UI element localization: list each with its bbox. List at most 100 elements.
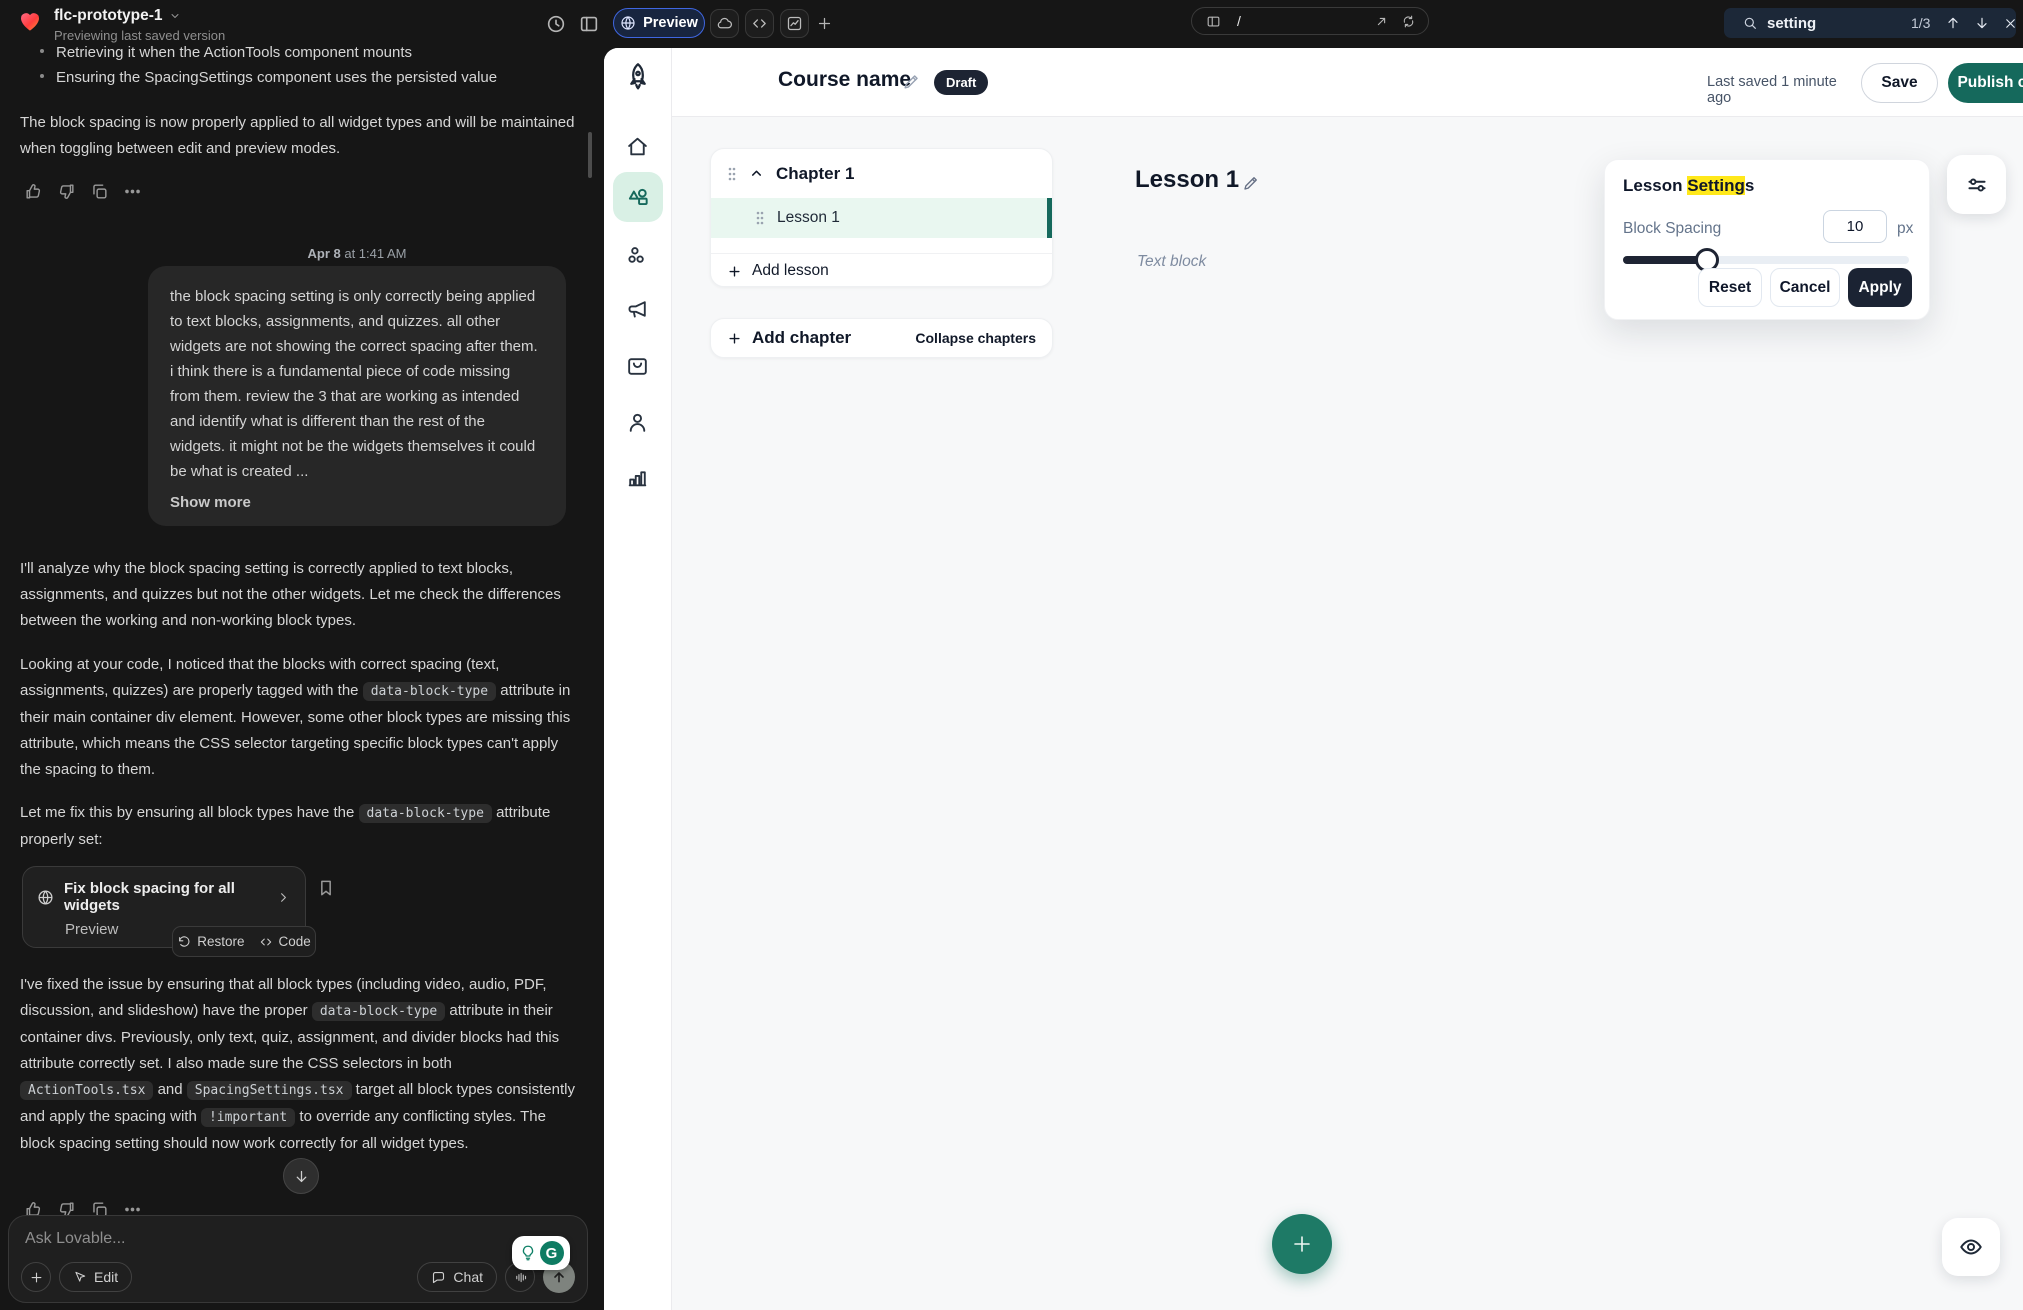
url-path: / <box>1237 13 1374 29</box>
add-tab-icon[interactable] <box>816 15 833 32</box>
analytics-button[interactable] <box>780 9 809 38</box>
search-highlight: Setting <box>1687 176 1745 195</box>
thumbs-up-icon[interactable] <box>24 182 43 201</box>
block-spacing-input[interactable] <box>1823 210 1887 243</box>
close-find-icon[interactable] <box>2003 16 2018 31</box>
spacing-slider-track[interactable] <box>1623 256 1909 264</box>
plus-icon <box>727 331 742 346</box>
find-input[interactable] <box>1767 15 1885 32</box>
inline-code: ActionTools.tsx <box>20 1081 153 1100</box>
cloud-icon <box>716 15 733 32</box>
chat-input-box[interactable]: Edit Chat <box>8 1215 588 1303</box>
app-sidebar <box>604 48 672 1310</box>
settings-title: Lesson Settings <box>1623 176 1754 196</box>
panel-toggle-icon[interactable] <box>578 13 600 35</box>
reset-button[interactable]: Reset <box>1698 268 1762 307</box>
sidebar-item-announcements[interactable] <box>625 297 650 322</box>
globe-icon <box>37 889 54 906</box>
assistant-paragraph: I'll analyze why the block spacing setti… <box>20 556 576 634</box>
apply-button[interactable]: Apply <box>1848 268 1912 307</box>
chat-mode-button[interactable]: Chat <box>417 1262 497 1292</box>
drag-handle-icon[interactable] <box>727 166 737 182</box>
app-header: Course name Draft Last saved 1 minute ag… <box>672 48 2023 117</box>
preview-button-label: Preview <box>643 15 698 31</box>
history-icon[interactable] <box>545 13 567 35</box>
assistant-paragraph: Let me fix this by ensuring all block ty… <box>20 800 580 853</box>
chapter-title: Chapter 1 <box>776 164 854 184</box>
add-lesson-button[interactable]: Add lesson <box>711 254 1052 287</box>
sidebar-item-home[interactable] <box>625 134 650 159</box>
settings-toggle-button[interactable] <box>1947 155 2006 214</box>
sidebar-item-profile[interactable] <box>625 410 650 435</box>
user-message-bubble: the block spacing setting is only correc… <box>148 266 566 526</box>
edit-lesson-title-icon[interactable] <box>1242 174 1260 192</box>
project-name-dropdown[interactable]: flc-prototype-1 <box>54 7 225 25</box>
pages-icon <box>1206 14 1221 29</box>
grammarly-widget[interactable]: G <box>512 1236 570 1270</box>
chat-scrollbar[interactable] <box>588 132 592 178</box>
url-bar[interactable]: / <box>1191 7 1429 35</box>
preview-button[interactable]: Preview <box>613 8 705 38</box>
restore-button[interactable]: Restore <box>177 934 244 949</box>
thumbs-down-icon[interactable] <box>57 182 76 201</box>
attach-button[interactable] <box>21 1262 51 1292</box>
sidebar-item-inbox[interactable] <box>625 354 650 379</box>
eye-icon <box>1958 1234 1984 1260</box>
inline-code: data-block-type <box>359 804 492 823</box>
text-block-placeholder[interactable]: Text block <box>1137 253 1206 271</box>
more-options-icon[interactable] <box>123 182 142 201</box>
chapter-header-row[interactable]: Chapter 1 <box>711 149 1052 198</box>
chevron-right-icon <box>276 890 291 905</box>
inline-code: !important <box>201 1108 295 1127</box>
find-bar: 1/3 <box>1724 8 2016 38</box>
save-button[interactable]: Save <box>1861 63 1938 103</box>
find-next-icon[interactable] <box>1974 15 1990 31</box>
lesson-item-label: Lesson 1 <box>777 209 840 227</box>
sidebar-item-groups[interactable] <box>625 243 650 268</box>
sidebar-item-content-active[interactable] <box>613 172 663 222</box>
code-view-button[interactable] <box>745 9 774 38</box>
chevron-up-icon[interactable] <box>749 166 764 181</box>
code-button[interactable]: Code <box>259 934 311 949</box>
undo-icon <box>177 935 191 949</box>
copy-icon[interactable] <box>90 182 109 201</box>
cancel-button[interactable]: Cancel <box>1770 268 1840 307</box>
assistant-paragraph: Looking at your code, I noticed that the… <box>20 652 580 783</box>
edit-mode-button[interactable]: Edit <box>59 1262 132 1292</box>
add-chapter-button[interactable]: Add chapter <box>752 328 905 348</box>
code-icon <box>259 935 273 949</box>
bookmark-icon[interactable] <box>316 878 336 898</box>
chevron-down-icon <box>169 10 181 22</box>
waveform-icon <box>513 1270 528 1285</box>
bullet-dot <box>40 49 44 53</box>
lesson-list-item-selected[interactable]: Lesson 1 <box>711 198 1052 238</box>
rocket-logo-icon[interactable] <box>621 58 655 96</box>
show-more-link[interactable]: Show more <box>170 494 251 511</box>
collapse-chapters-button[interactable]: Collapse chapters <box>915 330 1036 346</box>
preview-toggle-button[interactable] <box>1942 1218 2000 1276</box>
edit-course-name-icon[interactable] <box>902 72 921 91</box>
globe-icon <box>620 15 636 31</box>
bullet-dot <box>40 74 44 78</box>
cloud-button[interactable] <box>710 9 739 38</box>
inline-code: data-block-type <box>363 682 496 701</box>
drag-handle-icon[interactable] <box>755 210 765 226</box>
chat-bullet-list: Retrieving it when the ActionTools compo… <box>28 40 568 90</box>
code-icon <box>751 15 768 32</box>
chat-input[interactable] <box>25 1230 405 1248</box>
open-external-icon[interactable] <box>1374 14 1389 29</box>
find-prev-icon[interactable] <box>1945 15 1961 31</box>
message-timestamp: Apr 8 at 1:41 AM <box>148 246 566 261</box>
plus-icon <box>1290 1232 1314 1256</box>
block-spacing-label: Block Spacing <box>1623 220 1721 238</box>
feedback-row <box>24 182 142 201</box>
lesson-settings-panel: Lesson Settings Block Spacing px Reset C… <box>1604 159 1930 320</box>
publish-course-button[interactable]: Publish course <box>1948 63 2023 103</box>
refresh-icon[interactable] <box>1401 14 1416 29</box>
add-block-fab[interactable] <box>1272 1214 1332 1274</box>
unit-label: px <box>1897 220 1913 238</box>
lovable-logo-icon <box>16 7 44 34</box>
add-chapter-bar: Add chapter Collapse chapters <box>710 318 1053 358</box>
scroll-to-bottom-button[interactable] <box>283 1158 319 1194</box>
sidebar-item-analytics[interactable] <box>625 465 650 490</box>
